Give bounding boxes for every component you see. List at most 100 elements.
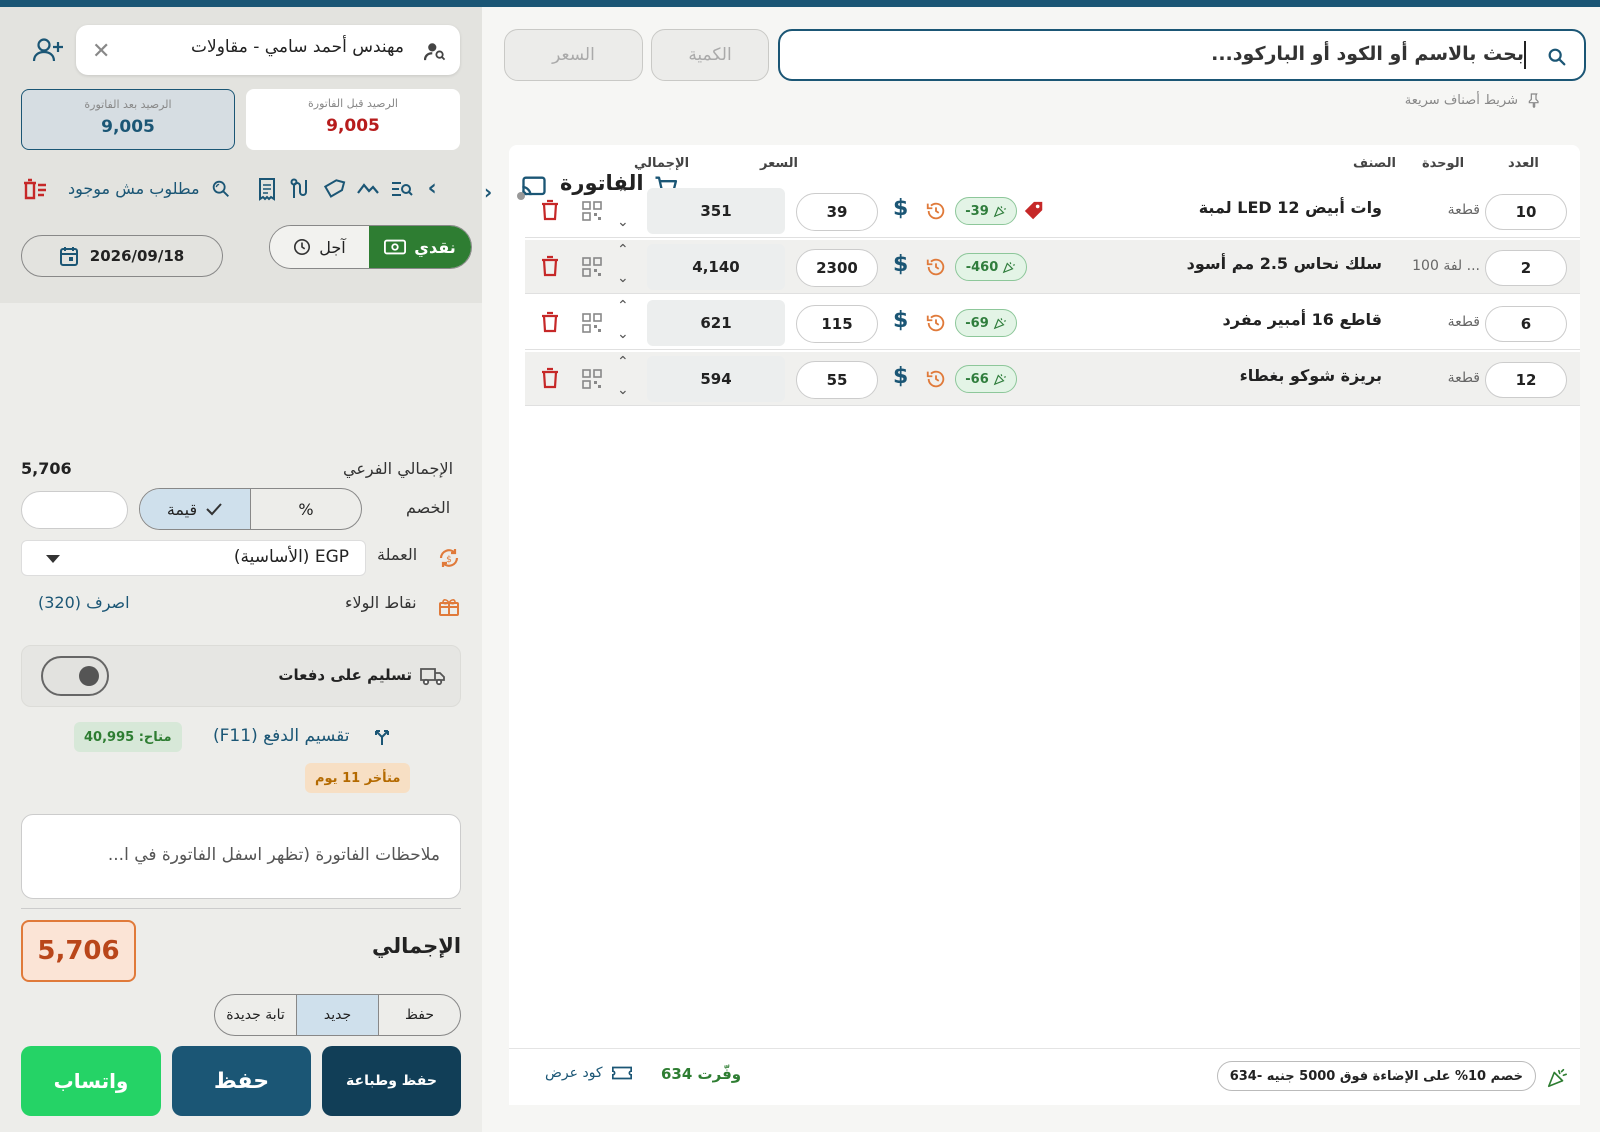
receipt-icon[interactable] [256,177,278,201]
row-count-input[interactable]: 10 [1485,194,1567,230]
promo-badge[interactable]: خصم 10% على الإضاءة فوق 5000 جنيه -634 [1216,1061,1536,1091]
currency-refresh-icon[interactable]: $ [437,546,461,570]
dollar-icon[interactable]: $ [893,196,908,221]
invoice-date-field[interactable]: 2026/09/18 [21,235,223,277]
balance-after-label: الرصيد بعد الفاتورة [84,98,172,111]
balance-before-label: الرصيد قبل الفاتورة [308,97,398,110]
barcode-icon[interactable] [582,313,602,333]
customer-field[interactable]: مهندس أحمد سامي - مقاولات ✕ [76,25,460,75]
row-stepper-down[interactable]: ⌃ [617,268,629,284]
header-total: الإجمالي [634,156,690,171]
row-stepper-down[interactable]: ⌃ [617,212,629,228]
split-icon[interactable] [372,726,392,746]
tag-icon [1023,200,1045,222]
party-icon [1002,260,1016,274]
barcode-icon[interactable] [582,201,602,221]
subtotal-value: 5,706 [21,459,72,478]
invoice-notes-input[interactable]: ملاحظات الفاتورة (تظهر اسفل الفاتورة في … [21,814,461,899]
delete-row-icon[interactable] [541,199,559,221]
table-row: 2 لفة 100 ... سلك نحاس 2.5 مم أسود -460 $230… [525,240,1580,294]
whatsapp-button[interactable]: واتساب [21,1046,161,1116]
quick-bar-label: شريط أصناف سريعة [1404,92,1518,108]
row-item-name: سلك نحاس 2.5 مم أسود [1186,254,1382,273]
mode-new[interactable]: جديد [297,995,379,1035]
delete-list-icon[interactable] [22,177,48,201]
row-stepper-down[interactable]: ⌃ [617,380,629,396]
price-history-icon[interactable] [925,368,947,390]
promo-text: خصم 10% على الإضاءة فوق 5000 جنيه -634 [1229,1068,1523,1084]
delete-row-icon[interactable] [541,255,559,277]
row-stepper-down[interactable]: ⌃ [617,324,629,340]
pin-icon[interactable] [1526,92,1542,108]
delivery-toggle[interactable] [41,656,109,696]
row-total: 594 [647,356,785,402]
row-discount-badge[interactable]: -460 [955,253,1027,281]
price-history-icon[interactable] [925,312,947,334]
promo-code-button[interactable]: كود عرض [545,1064,633,1082]
row-stepper-up[interactable]: ⌃ [617,298,629,314]
chevron-down-icon [46,555,60,563]
party-icon [993,372,1007,386]
discount-percent-option[interactable]: % [250,489,361,529]
price-field[interactable]: السعر [504,29,643,81]
row-stepper-up[interactable]: ⌃ [617,186,629,202]
row-total: 351 [647,188,785,234]
svg-text:$: $ [446,555,452,565]
balance-before-value: 9,005 [326,116,380,136]
grand-total-value: 5,706 [21,920,136,982]
expand-right-icon[interactable]: › [484,180,492,204]
row-stepper-up[interactable]: ⌃ [617,354,629,370]
row-discount-badge[interactable]: -69 [955,309,1017,337]
discount-value-option[interactable]: قيمة [140,489,250,529]
row-count-input[interactable]: 6 [1485,306,1567,342]
header-item: الصنف [1353,156,1396,171]
row-price-input[interactable]: 55 [796,361,878,399]
row-price-input[interactable]: 39 [796,193,878,231]
row-price-input[interactable]: 2300 [796,249,878,287]
save-button[interactable]: حفظ [172,1046,311,1116]
row-stepper-up[interactable]: ⌃ [617,242,629,258]
dollar-icon[interactable]: $ [893,364,908,389]
loyalty-label: نقاط الولاء [345,593,417,612]
quick-items-bar[interactable]: شريط أصناف سريعة [1405,92,1542,108]
qty-field[interactable]: الكمية [651,29,769,81]
party-icon [993,204,1007,218]
row-discount-badge[interactable]: -39 [955,197,1017,225]
tag-outline-icon[interactable] [322,177,346,201]
split-payment-button[interactable]: تقسيم الدفع (F11) [213,726,349,746]
row-count-input[interactable]: 12 [1485,362,1567,398]
row-item-name: قاطع 16 أمبير مفرد [1222,310,1382,329]
route-icon[interactable] [288,177,312,201]
payment-credit-option[interactable]: آجل [270,226,369,268]
save-print-button[interactable]: حفظ وطباعة [322,1046,461,1116]
list-search-icon[interactable] [390,179,414,199]
trend-icon[interactable] [356,179,380,199]
dollar-icon[interactable]: $ [893,252,908,277]
payment-cash-option[interactable]: نقدي [369,226,471,268]
discount-input[interactable] [21,491,128,529]
missing-item-label[interactable]: مطلوب مش موجود [68,179,200,198]
search-input[interactable]: بحث بالاسم أو الكود أو الباركود... [778,29,1586,81]
dollar-icon[interactable]: $ [893,308,908,333]
clear-customer-icon[interactable]: ✕ [92,39,110,64]
header-unit: الوحدة [1422,156,1465,171]
chevron-left-icon[interactable]: ‹ [428,176,437,201]
currency-select[interactable]: EGP (الأساسية) [21,540,366,576]
barcode-icon[interactable] [582,257,602,277]
loyalty-redeem-button[interactable]: اصرف (320) [38,593,130,612]
toggle-knob [79,666,99,686]
delete-row-icon[interactable] [541,311,559,333]
row-price-input[interactable]: 115 [796,305,878,343]
price-history-icon[interactable] [925,256,947,278]
mode-new-tab[interactable]: تابة جديدة [215,995,297,1035]
row-item-name: بريزة شوكو بغطاء [1239,366,1382,385]
missing-search-icon[interactable] [210,178,232,200]
mode-save[interactable]: حفظ [379,995,460,1035]
delete-row-icon[interactable] [541,367,559,389]
row-unit: قطعة [1447,202,1480,218]
add-customer-icon[interactable] [32,36,64,64]
row-count-input[interactable]: 2 [1485,250,1567,286]
row-discount-badge[interactable]: -66 [955,365,1017,393]
price-history-icon[interactable] [925,200,947,222]
barcode-icon[interactable] [582,369,602,389]
